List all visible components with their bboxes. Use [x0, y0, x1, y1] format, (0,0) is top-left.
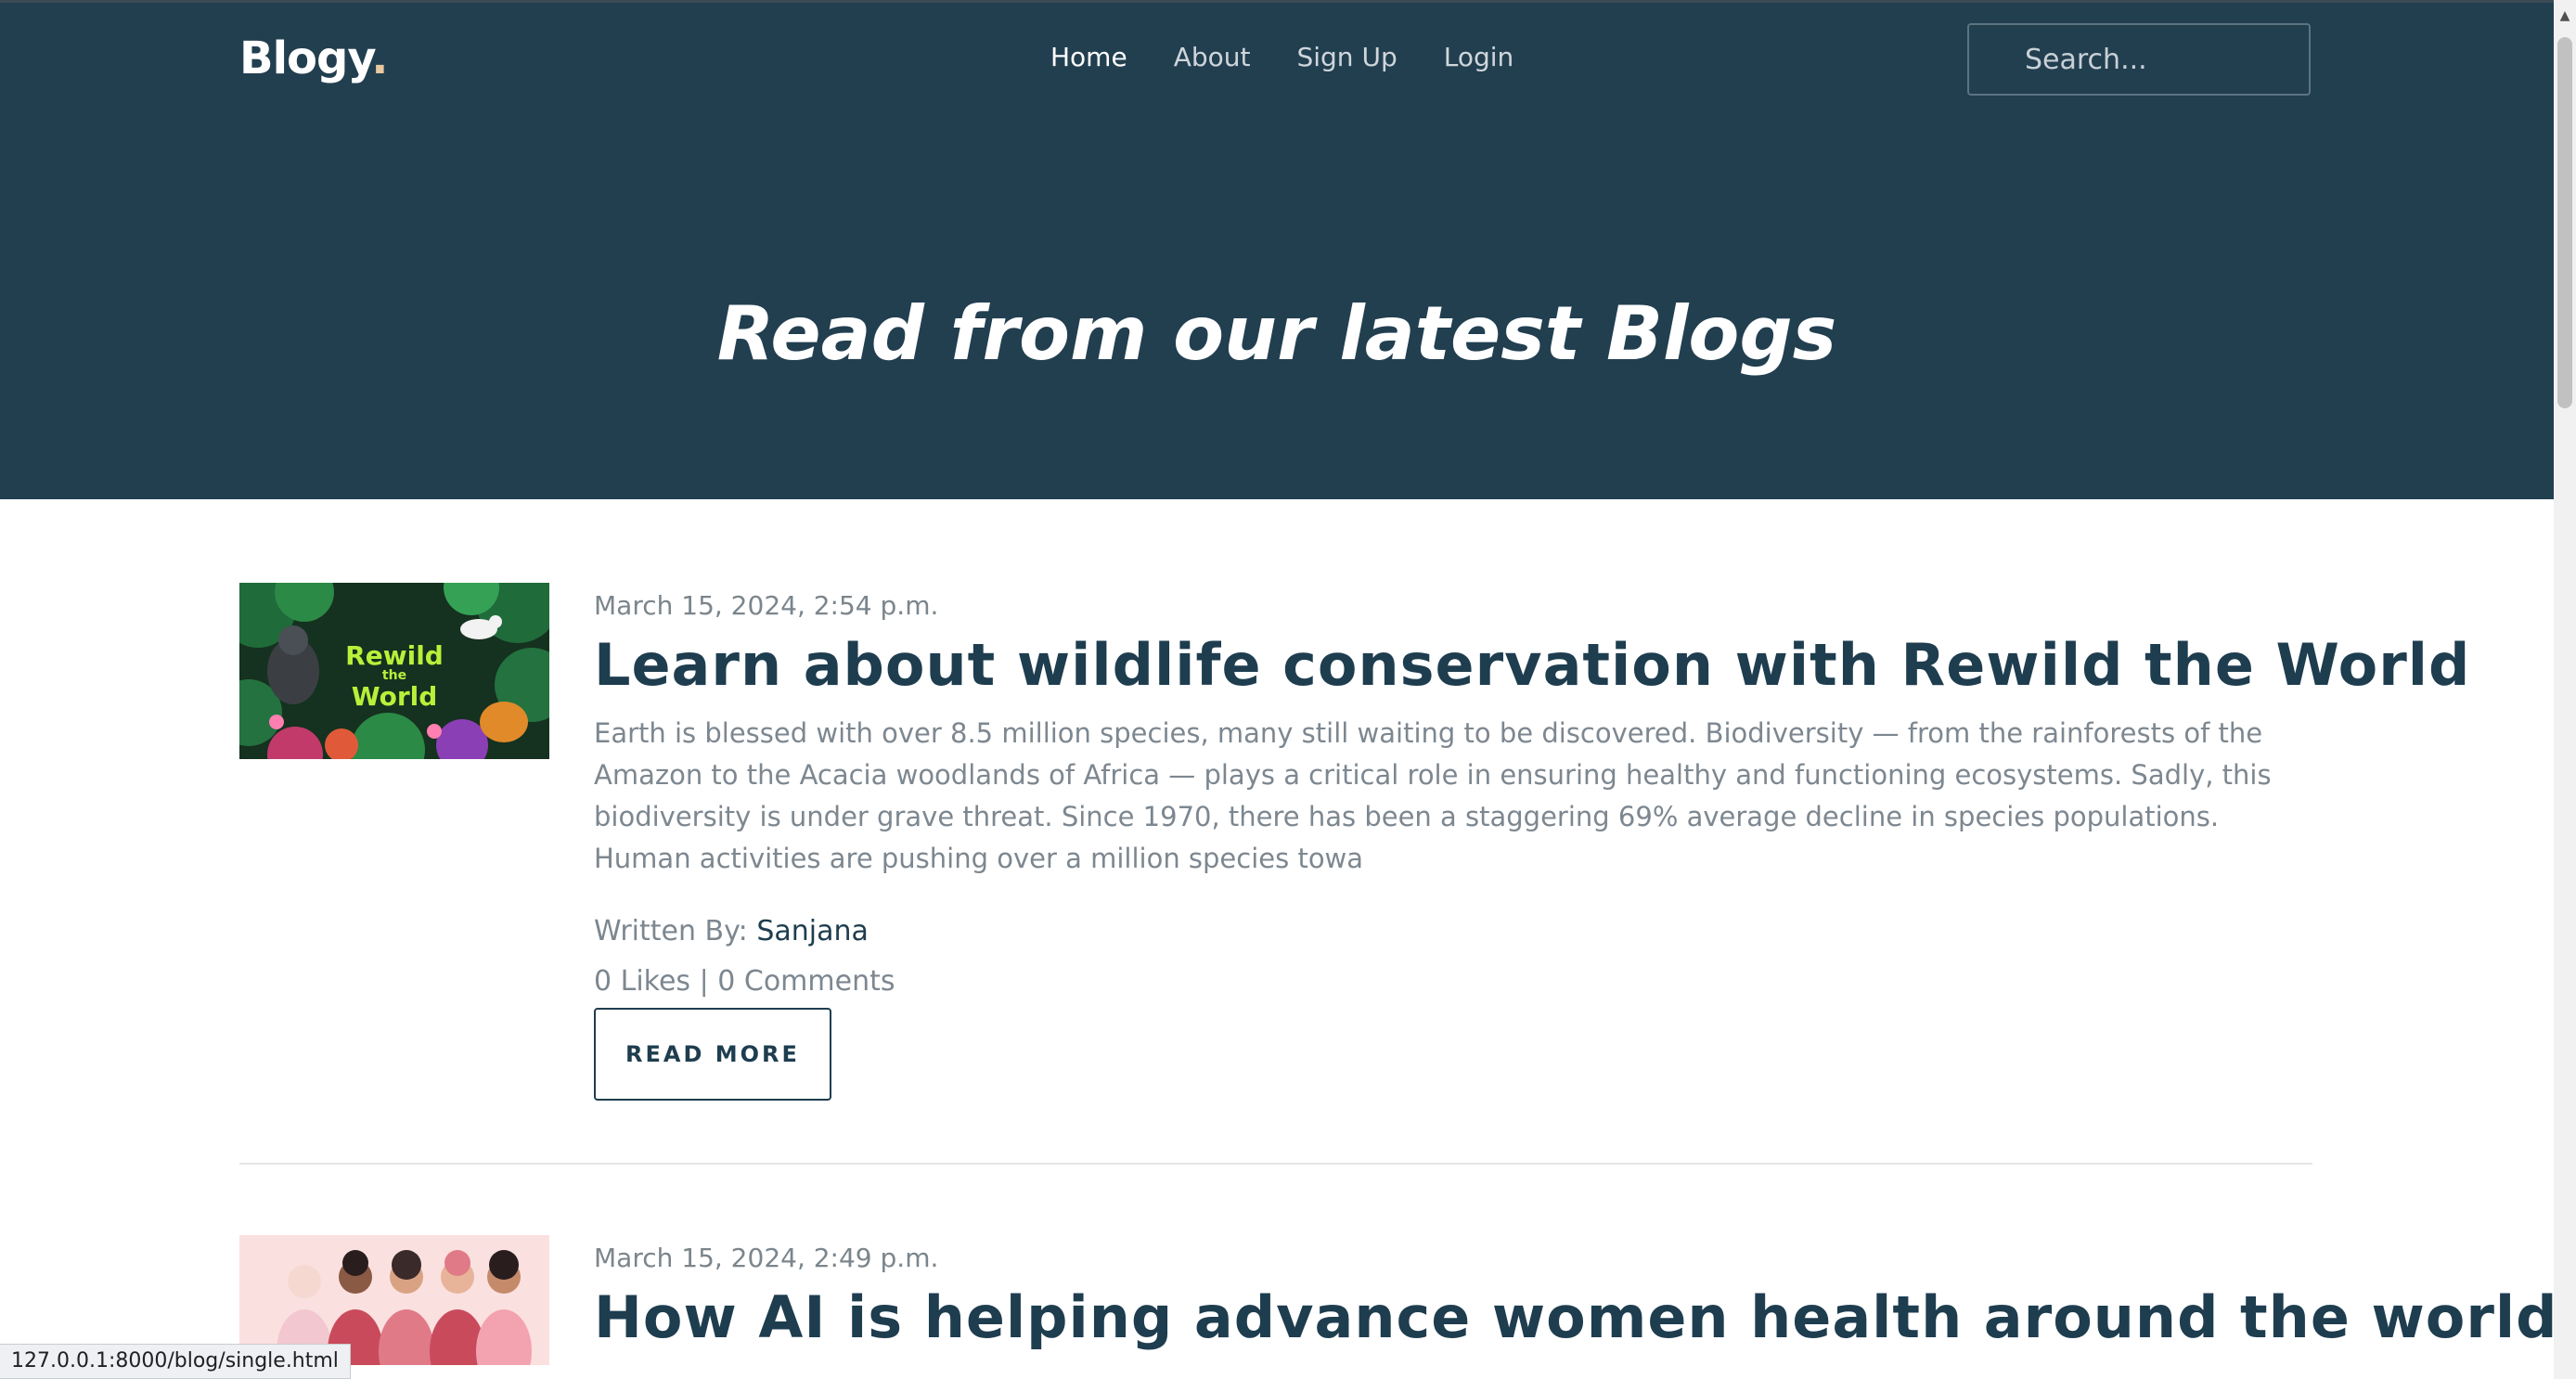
nav-login-link[interactable]: Login: [1444, 42, 1514, 72]
post-title[interactable]: Learn about wildlife conservation with R…: [594, 631, 2470, 699]
logo-dot: .: [371, 32, 388, 84]
hero-header: Blogy. Home About Sign Up Login Read fro…: [0, 0, 2554, 499]
author-name[interactable]: Sanjana: [756, 915, 869, 947]
post-author: Written By: Sanjana: [594, 915, 869, 947]
nav-signup-link[interactable]: Sign Up: [1296, 42, 1397, 72]
scroll-up-arrow-icon[interactable]: ▲: [2554, 0, 2576, 32]
site-logo[interactable]: Blogy.: [239, 32, 389, 84]
author-prefix: Written By:: [594, 915, 748, 947]
post-divider: [239, 1163, 2312, 1165]
post-date: March 15, 2024, 2:49 p.m.: [594, 1243, 939, 1273]
post-stats: 0 Likes | 0 Comments: [594, 965, 895, 998]
post-date: March 15, 2024, 2:54 p.m.: [594, 590, 939, 621]
post-excerpt: Earth is blessed with over 8.5 million s…: [594, 717, 2272, 874]
nav-about-link[interactable]: About: [1174, 42, 1251, 72]
nav-home-link[interactable]: Home: [1050, 42, 1127, 72]
thumbnail-text-rewild: Rewild: [345, 640, 444, 671]
scrollbar-thumb[interactable]: [2557, 37, 2572, 408]
main-nav: Home About Sign Up Login: [1050, 42, 1513, 72]
browser-status-url: 127.0.0.1:8000/blog/single.html: [0, 1344, 351, 1379]
logo-text: Blogy: [239, 32, 372, 84]
post-title[interactable]: How AI is helping advance women health a…: [594, 1283, 2554, 1351]
page: Blogy. Home About Sign Up Login Read fro…: [0, 0, 2554, 1379]
rewild-thumbnail-image: Rewild the World: [239, 583, 549, 759]
search-input[interactable]: [1967, 23, 2311, 96]
vertical-scrollbar[interactable]: ▲: [2554, 0, 2576, 1379]
hero-title: Read from our latest Blogs: [716, 290, 1837, 377]
post-thumbnail[interactable]: Rewild the World: [239, 583, 549, 759]
read-more-button[interactable]: READ MORE: [594, 1008, 831, 1101]
thumbnail-text-world: World: [352, 681, 438, 712]
